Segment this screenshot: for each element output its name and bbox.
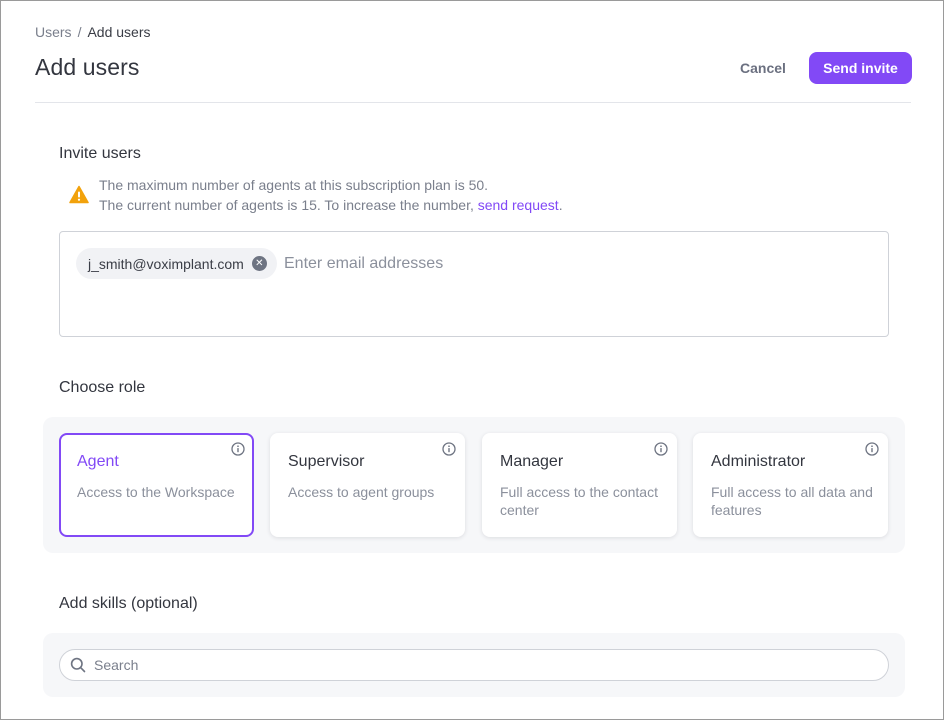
add-skills-heading: Add skills (optional)	[59, 595, 198, 612]
agent-limit-warning: The maximum number of agents at this sub…	[69, 175, 563, 215]
role-description: Access to the Workspace	[77, 484, 235, 500]
skills-search-input[interactable]	[94, 657, 854, 673]
role-title: Administrator	[711, 453, 806, 470]
choose-role-heading: Choose role	[59, 379, 146, 396]
warning-line-2-suffix: .	[558, 197, 563, 213]
header-divider	[35, 102, 911, 103]
role-card-supervisor[interactable]: Supervisor Access to agent groups	[270, 433, 465, 537]
role-card-agent[interactable]: Agent Access to the Workspace	[59, 433, 254, 537]
warning-triangle-icon	[69, 185, 89, 204]
send-invite-button[interactable]: Send invite	[809, 52, 912, 84]
warning-line-2-text: The current number of agents is 15. To i…	[99, 197, 478, 213]
info-icon[interactable]	[654, 442, 668, 456]
email-chip-label: j_smith@voximplant.com	[88, 255, 244, 272]
role-title: Agent	[77, 453, 119, 470]
role-description: Full access to the contact center	[500, 484, 658, 518]
warning-line-1: The maximum number of agents at this sub…	[99, 177, 489, 193]
breadcrumb-separator: /	[77, 24, 82, 40]
role-description: Access to agent groups	[288, 484, 435, 500]
info-icon[interactable]	[442, 442, 456, 456]
email-input[interactable]	[284, 252, 684, 276]
role-title: Supervisor	[288, 453, 365, 470]
role-description: Full access to all data and features	[711, 484, 873, 518]
warning-text: The maximum number of agents at this sub…	[99, 175, 563, 215]
email-chip: j_smith@voximplant.com ✕	[76, 248, 277, 279]
cancel-button[interactable]: Cancel	[729, 52, 797, 84]
info-icon[interactable]	[865, 442, 879, 456]
role-selector: Agent Access to the Workspace Supervisor…	[43, 417, 905, 553]
skills-panel	[43, 633, 905, 697]
role-card-administrator[interactable]: Administrator Full access to all data an…	[693, 433, 888, 537]
invite-users-heading: Invite users	[59, 145, 141, 162]
search-icon	[70, 657, 86, 673]
app-window: Users / Add users Add users Cancel Send …	[0, 0, 944, 720]
role-title: Manager	[500, 453, 564, 470]
skills-search-field[interactable]	[59, 649, 889, 681]
warning-line-2: The current number of agents is 15. To i…	[99, 195, 563, 215]
breadcrumb-users-link[interactable]: Users	[35, 24, 72, 40]
email-addresses-field[interactable]: j_smith@voximplant.com ✕	[59, 231, 889, 337]
role-card-manager[interactable]: Manager Full access to the contact cente…	[482, 433, 677, 537]
send-request-link[interactable]: send request	[478, 197, 559, 213]
breadcrumb: Users / Add users	[35, 24, 151, 40]
info-icon[interactable]	[231, 442, 245, 456]
breadcrumb-current: Add users	[87, 24, 151, 40]
page-title: Add users	[35, 54, 140, 80]
close-circle-icon[interactable]: ✕	[251, 256, 267, 271]
